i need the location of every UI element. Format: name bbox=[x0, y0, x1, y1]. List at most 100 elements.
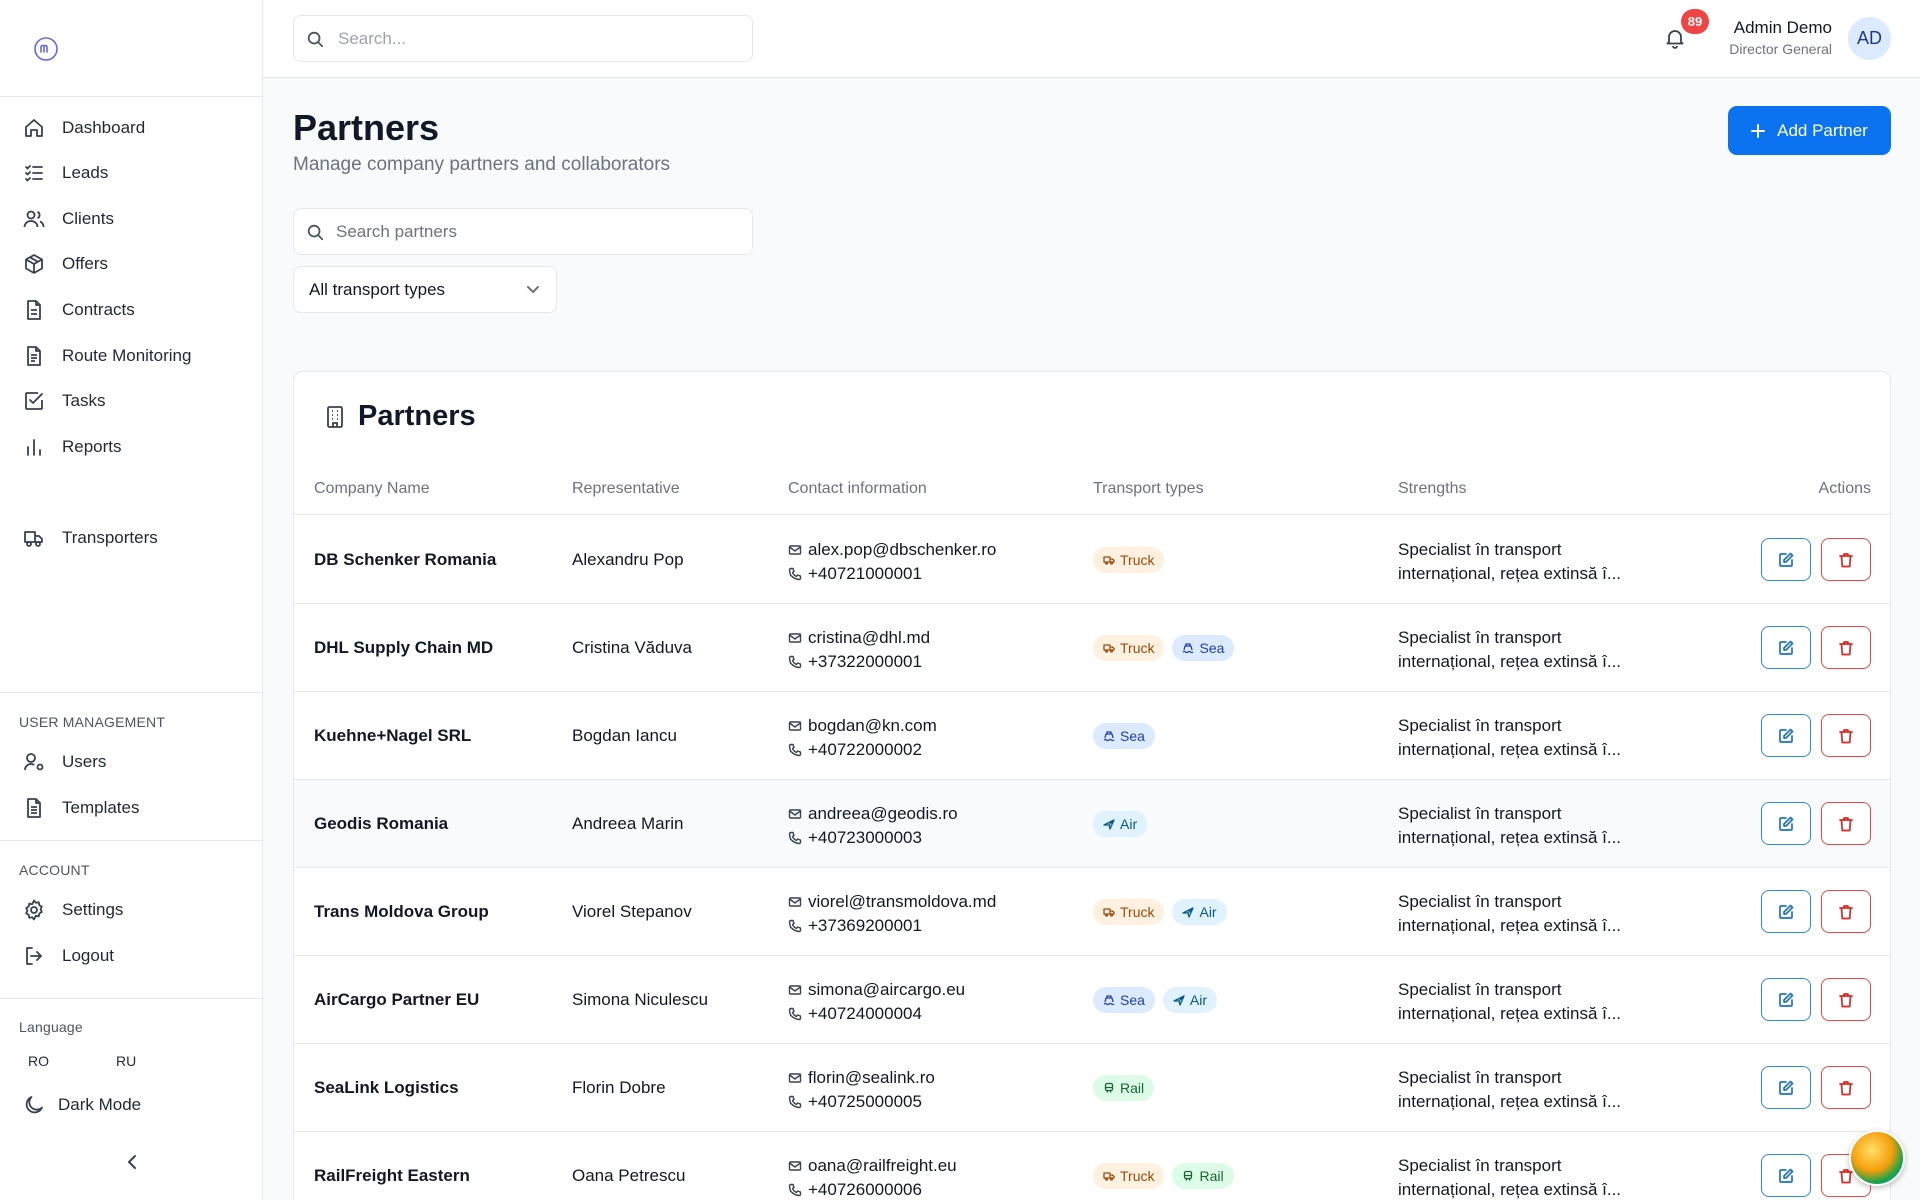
divider bbox=[0, 692, 262, 693]
contact-email[interactable]: cristina@dhl.md bbox=[808, 626, 930, 650]
contact-phone[interactable]: +40724000004 bbox=[808, 1002, 922, 1026]
contact-phone[interactable]: +40725000005 bbox=[808, 1090, 922, 1114]
sidebar-item-leads[interactable]: Leads bbox=[18, 153, 244, 193]
column-contact[interactable]: Contact information bbox=[788, 480, 927, 498]
air-icon bbox=[1103, 819, 1115, 830]
card-title: Partners bbox=[358, 400, 476, 432]
phone-icon bbox=[788, 1183, 802, 1197]
divider bbox=[0, 840, 262, 841]
sidebar-item-templates[interactable]: Templates bbox=[18, 788, 244, 828]
collapse-sidebar-button[interactable] bbox=[122, 1150, 142, 1174]
edit-button[interactable] bbox=[1761, 1066, 1811, 1109]
contact-email[interactable]: simona@aircargo.eu bbox=[808, 978, 965, 1002]
sidebar-item-reports[interactable]: Reports bbox=[18, 427, 244, 467]
edit-button[interactable] bbox=[1761, 802, 1811, 845]
contact-email[interactable]: alex.pop@dbschenker.ro bbox=[808, 538, 996, 562]
column-transport-types[interactable]: Transport types bbox=[1093, 480, 1204, 498]
delete-button[interactable] bbox=[1821, 538, 1871, 581]
table-row[interactable]: RailFreight Eastern Oana Petrescu oana@r… bbox=[294, 1132, 1890, 1200]
truck-icon bbox=[1103, 556, 1115, 565]
sidebar-item-offers[interactable]: Offers bbox=[18, 244, 244, 284]
contact-phone[interactable]: +40726000006 bbox=[808, 1178, 922, 1200]
contact-email[interactable]: viorel@transmoldova.md bbox=[808, 890, 996, 914]
account-title: ACCOUNT bbox=[19, 862, 90, 878]
transport-types: Truck bbox=[1093, 547, 1165, 573]
contact-info: simona@aircargo.eu +40724000004 bbox=[788, 978, 965, 1026]
edit-icon bbox=[1779, 992, 1794, 1007]
add-partner-label: Add Partner bbox=[1777, 120, 1868, 140]
assistant-bubble[interactable] bbox=[1849, 1130, 1905, 1186]
contact-email[interactable]: bogdan@kn.com bbox=[808, 714, 937, 738]
table-row[interactable]: SeaLink Logistics Florin Dobre florin@se… bbox=[294, 1044, 1890, 1132]
mail-icon bbox=[788, 809, 802, 819]
edit-icon bbox=[1779, 1168, 1794, 1183]
sidebar-item-settings[interactable]: Settings bbox=[18, 890, 244, 930]
contact-email[interactable]: andreea@geodis.ro bbox=[808, 802, 958, 826]
edit-button[interactable] bbox=[1761, 978, 1811, 1021]
contact-phone[interactable]: +40722000002 bbox=[808, 738, 922, 762]
sidebar-item-transporters[interactable]: Transporters bbox=[18, 518, 244, 558]
contact-phone[interactable]: +40723000003 bbox=[808, 826, 922, 850]
language-ro-button[interactable]: RO bbox=[28, 1053, 49, 1069]
contact-phone[interactable]: +37369200001 bbox=[808, 914, 922, 938]
edit-button[interactable] bbox=[1761, 890, 1811, 933]
delete-button[interactable] bbox=[1821, 714, 1871, 757]
table-row[interactable]: Geodis Romania Andreea Marin andreea@geo… bbox=[294, 780, 1890, 868]
table-row[interactable]: DHL Supply Chain MD Cristina Văduva cris… bbox=[294, 604, 1890, 692]
sidebar-item-logout[interactable]: Logout bbox=[18, 936, 244, 976]
global-search-input[interactable] bbox=[338, 28, 738, 49]
language-ru-button[interactable]: RU bbox=[116, 1053, 136, 1069]
delete-button[interactable] bbox=[1821, 890, 1871, 933]
edit-button[interactable] bbox=[1761, 714, 1811, 757]
sidebar-item-tasks[interactable]: Tasks bbox=[18, 381, 244, 421]
sidebar-item-dashboard[interactable]: Dashboard bbox=[18, 108, 244, 148]
representative: Cristina Văduva bbox=[572, 638, 693, 657]
page-title: Partners bbox=[293, 107, 440, 148]
mail-icon bbox=[788, 1073, 802, 1083]
avatar[interactable]: AD bbox=[1848, 17, 1891, 60]
edit-button[interactable] bbox=[1761, 626, 1811, 669]
notification-badge: 89 bbox=[1681, 9, 1709, 34]
edit-button[interactable] bbox=[1761, 1154, 1811, 1197]
contact-email[interactable]: oana@railfreight.eu bbox=[808, 1154, 957, 1178]
dark-mode-toggle[interactable]: Dark Mode bbox=[22, 1093, 141, 1117]
transport-types: Truck Air bbox=[1093, 899, 1227, 925]
strengths: Specialist în transport internațional, re… bbox=[1398, 804, 1622, 847]
table-row[interactable]: DB Schenker Romania Alexandru Pop alex.p… bbox=[294, 516, 1890, 604]
transport-types: Air bbox=[1093, 811, 1148, 837]
contact-phone[interactable]: +40721000001 bbox=[808, 562, 922, 586]
partner-search-input[interactable] bbox=[336, 221, 736, 242]
transport-type-select[interactable]: All transport types bbox=[293, 266, 557, 313]
company-name: SeaLink Logistics bbox=[314, 1078, 459, 1097]
add-partner-button[interactable]: Add Partner bbox=[1728, 106, 1891, 155]
logo-icon[interactable] bbox=[33, 36, 59, 62]
column-company[interactable]: Company Name bbox=[314, 480, 430, 498]
column-strengths[interactable]: Strengths bbox=[1398, 480, 1466, 498]
mail-icon bbox=[788, 985, 802, 995]
table-row[interactable]: Trans Moldova Group Viorel Stepanov vior… bbox=[294, 868, 1890, 956]
logout-icon bbox=[18, 944, 54, 968]
mail-icon bbox=[788, 545, 802, 555]
card-header: Partners bbox=[324, 400, 476, 433]
delete-button[interactable] bbox=[1821, 1066, 1871, 1109]
delete-button[interactable] bbox=[1821, 626, 1871, 669]
sidebar-item-contracts[interactable]: Contracts bbox=[18, 290, 244, 330]
column-representative[interactable]: Representative bbox=[572, 480, 680, 498]
table-row[interactable]: AirCargo Partner EU Simona Niculescu sim… bbox=[294, 956, 1890, 1044]
sidebar-item-route-monitoring[interactable]: Route Monitoring bbox=[18, 336, 244, 376]
edit-button[interactable] bbox=[1761, 538, 1811, 581]
delete-button[interactable] bbox=[1821, 978, 1871, 1021]
delete-button[interactable] bbox=[1821, 802, 1871, 845]
building-icon bbox=[327, 405, 343, 428]
mail-icon bbox=[788, 633, 802, 643]
transport-types: Truck Sea bbox=[1093, 635, 1235, 661]
representative: Alexandru Pop bbox=[572, 550, 684, 569]
table-row[interactable]: Kuehne+Nagel SRL Bogdan Iancu bogdan@kn.… bbox=[294, 692, 1890, 780]
column-actions: Actions bbox=[1818, 480, 1871, 497]
sidebar-item-label: Offers bbox=[62, 254, 108, 273]
sidebar-item-clients[interactable]: Clients bbox=[18, 199, 244, 239]
contact-email[interactable]: florin@sealink.ro bbox=[808, 1066, 935, 1090]
sidebar-item-users[interactable]: Users bbox=[18, 742, 244, 782]
contact-phone[interactable]: +37322000001 bbox=[808, 650, 922, 674]
sidebar-item-label: Settings bbox=[62, 900, 124, 919]
